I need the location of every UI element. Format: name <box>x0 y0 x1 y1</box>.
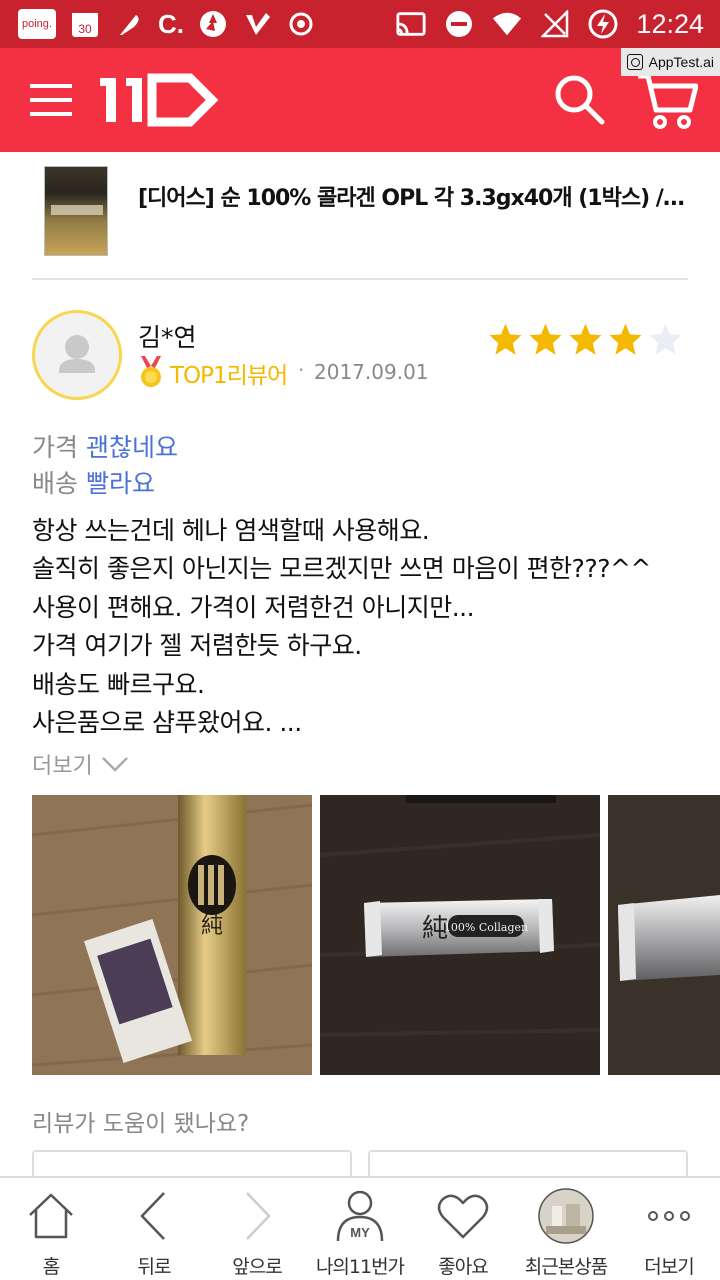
delivery-rating: 배송 빨라요 <box>32 464 155 500</box>
user-placeholder-icon <box>59 335 95 373</box>
star-filled-icon <box>609 323 642 355</box>
calendar-badge: 30 <box>78 22 92 36</box>
battery-charging-icon <box>588 9 618 39</box>
nav-recent-label: 최근본상품 <box>524 1256 608 1278</box>
checkmark-icon <box>242 9 272 39</box>
nav-back[interactable]: 뒤로 <box>103 1178 205 1280</box>
review-text: 항상 쓰는건데 헤나 염색할때 사용해요. 솔직히 좋은지 아닌지는 모르겠지만… <box>32 512 692 742</box>
11st-logo[interactable] <box>100 72 220 128</box>
delivery-value: 빨라요 <box>85 469 155 498</box>
nav-recent[interactable]: 최근본상품 <box>515 1178 617 1280</box>
nav-likes[interactable]: 좋아요 <box>412 1178 514 1280</box>
back-chevron-icon <box>126 1188 182 1244</box>
product-thumbnail[interactable] <box>44 166 108 256</box>
reviewer-name: 김*연 <box>138 323 197 352</box>
heart-icon <box>435 1188 491 1244</box>
wifi-icon <box>492 9 522 39</box>
search-button[interactable] <box>552 72 608 128</box>
bottom-navigation: 홈 뒤로 앞으로 MY 나의11번가 좋아요 최근본상품 더보기 <box>0 1176 720 1280</box>
cart-icon <box>638 73 699 129</box>
review-line: 가격 여기가 젤 저렴한듯 하구요. <box>32 631 362 661</box>
nav-home-label: 홈 <box>42 1256 60 1278</box>
separator-dot: · <box>298 358 305 382</box>
rating-stars <box>488 322 683 357</box>
review-photo[interactable]: 純 100% Collagen <box>320 795 600 1075</box>
review-line: 사은품으로 샴푸왔어요. ... <box>32 708 302 738</box>
star-filled-icon <box>569 323 602 355</box>
nav-forward[interactable]: 앞으로 <box>206 1178 308 1280</box>
reviewer-rank: TOP1리뷰어 <box>170 363 288 389</box>
price-rating: 가격 괜찮네요 <box>32 428 178 464</box>
nav-forward-label: 앞으로 <box>232 1256 282 1278</box>
photo-box-brand: 純 <box>201 914 223 939</box>
poing-app-icon: poing. <box>18 9 56 39</box>
photo-collagen-stick: 純 100% Collagen <box>320 795 600 1075</box>
divider <box>32 278 688 280</box>
c-app-label: C. <box>158 8 184 39</box>
recent-product-thumbnail <box>538 1188 594 1244</box>
star-filled-icon <box>489 323 522 355</box>
review-line: 항상 쓰는건데 헤나 염색할때 사용해요. <box>32 516 430 545</box>
medal-icon <box>138 356 164 388</box>
review-line: 배송도 빠르구요. <box>32 669 205 699</box>
apptest-badge: AppTest.ai <box>620 48 720 76</box>
search-icon <box>555 75 605 125</box>
reviewer-avatar <box>32 310 122 400</box>
my-account-icon: MY <box>332 1188 388 1244</box>
product-summary[interactable]: [디어스] 순 100% 콜라겐 OPL 각 3.3gx40개 (1박스) /염… <box>0 152 720 280</box>
forward-chevron-icon <box>229 1188 285 1244</box>
star-empty-icon <box>649 323 682 355</box>
review-photo[interactable] <box>608 795 720 1075</box>
nav-my11st[interactable]: MY 나의11번가 <box>309 1178 411 1280</box>
status-bar: poing. 30 C. 12:24 <box>0 0 720 48</box>
helpful-question: 리뷰가 도움이 됐나요? <box>32 1111 250 1137</box>
review-photo[interactable]: 純 <box>32 795 312 1075</box>
price-label: 가격 <box>32 433 79 462</box>
more-label: 더보기 <box>32 754 93 779</box>
hamburger-icon <box>30 84 72 116</box>
cast-icon <box>396 9 426 39</box>
shutter-icon <box>198 9 228 39</box>
calendar-icon: 30 <box>70 9 100 39</box>
my-badge: MY <box>350 1225 370 1240</box>
feather-icon <box>114 9 144 39</box>
status-time: 12:24 <box>636 8 704 39</box>
nav-home[interactable]: 홈 <box>0 1178 102 1280</box>
more-dots-icon <box>641 1188 697 1244</box>
camera-icon <box>626 54 643 70</box>
nav-likes-label: 좋아요 <box>438 1256 488 1278</box>
cart-button[interactable] <box>636 70 699 130</box>
apptest-label: AppTest.ai <box>648 54 714 70</box>
more-button[interactable]: 더보기 <box>32 748 129 780</box>
review-photos[interactable]: 純 純 100% Collagen <box>32 795 720 1075</box>
review-date: 2017.09.01 <box>314 360 429 384</box>
c-app-icon: C. <box>158 9 184 39</box>
nav-more[interactable]: 더보기 <box>618 1178 720 1280</box>
price-value: 괜찮네요 <box>85 433 178 462</box>
home-icon <box>23 1188 79 1244</box>
nav-more-label: 더보기 <box>644 1256 694 1278</box>
photo-box-and-flyer: 純 <box>32 795 312 1075</box>
app-header: AppTest.ai <box>0 48 720 152</box>
menu-button[interactable] <box>30 82 74 118</box>
product-title[interactable]: [디어스] 순 100% 콜라겐 OPL 각 3.3gx40개 (1박스) /염… <box>138 180 690 212</box>
nav-my11st-label: 나의11번가 <box>315 1256 405 1278</box>
star-filled-icon <box>529 323 562 355</box>
delivery-label: 배송 <box>32 469 79 498</box>
record-icon <box>286 9 316 39</box>
chevron-down-icon <box>101 757 128 772</box>
photo-packet-text: 100% Collagen <box>444 921 528 934</box>
nav-back-label: 뒤로 <box>137 1256 172 1278</box>
no-signal-icon <box>540 9 570 39</box>
poing-label: poing. <box>22 18 52 30</box>
review-line: 솔직히 좋은지 아닌지는 모르겠지만 쓰면 마음이 편한???^^ <box>32 554 651 584</box>
do-not-disturb-icon <box>444 9 474 39</box>
review-line: 사용이 편해요. 가격이 저렴한건 아니지만... <box>32 592 475 622</box>
photo-collagen-stick-partial <box>608 795 720 1075</box>
